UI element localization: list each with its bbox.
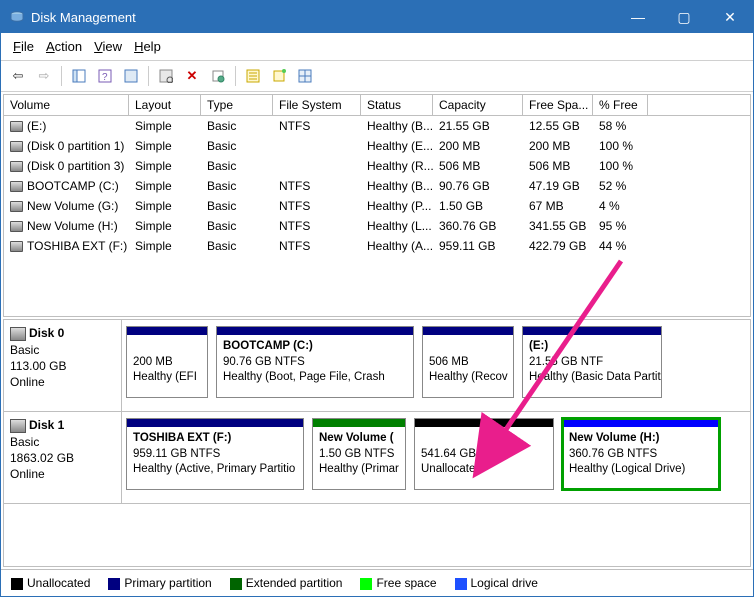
svg-text:?: ? <box>102 72 108 83</box>
show-hide-tree-button[interactable] <box>68 65 90 87</box>
toolbar: ⇦ ⇨ ? ✕ <box>1 61 753 92</box>
disk-0-name: Disk 0 <box>29 326 64 340</box>
app-icon <box>9 9 25 25</box>
disk-1-type: Basic <box>10 435 115 449</box>
legend-extended: Extended partition <box>230 576 343 590</box>
menu-view[interactable]: View <box>90 37 126 56</box>
help-button[interactable]: ? <box>94 65 116 87</box>
legend-logical: Logical drive <box>455 576 538 590</box>
volume-row[interactable]: (Disk 0 partition 3)SimpleBasicHealthy (… <box>4 156 750 176</box>
legend-freespace: Free space <box>360 576 436 590</box>
volume-icon <box>10 161 23 172</box>
graphical-view: Disk 0 Basic 113.00 GB Online 200 MBHeal… <box>3 319 751 567</box>
legend: Unallocated Primary partition Extended p… <box>1 569 753 596</box>
window-title: Disk Management <box>31 10 615 25</box>
disk-0-type: Basic <box>10 343 115 357</box>
back-button[interactable]: ⇦ <box>7 65 29 87</box>
disk-1-size: 1863.02 GB <box>10 451 115 465</box>
refresh-button[interactable] <box>155 65 177 87</box>
partition-d1p2-unallocated[interactable]: 541.64 GBUnallocated <box>414 418 554 490</box>
volume-row[interactable]: BOOTCAMP (C:)SimpleBasicNTFSHealthy (B..… <box>4 176 750 196</box>
volume-row[interactable]: New Volume (G:)SimpleBasicNTFSHealthy (P… <box>4 196 750 216</box>
partition-d1p0[interactable]: TOSHIBA EXT (F:)959.11 GB NTFSHealthy (A… <box>126 418 304 490</box>
disk-row-0[interactable]: Disk 0 Basic 113.00 GB Online 200 MBHeal… <box>4 320 750 412</box>
toolbar-separator <box>61 66 62 86</box>
volume-icon <box>10 181 23 192</box>
settings-button[interactable] <box>120 65 142 87</box>
content-area: Volume Layout Type File System Status Ca… <box>1 92 753 596</box>
disk-0-size: 113.00 GB <box>10 359 115 373</box>
volume-row[interactable]: (Disk 0 partition 1)SimpleBasicHealthy (… <box>4 136 750 156</box>
disk-1-name: Disk 1 <box>29 418 64 432</box>
list-button[interactable] <box>242 65 264 87</box>
volume-row[interactable]: (E:)SimpleBasicNTFSHealthy (B...21.55 GB… <box>4 116 750 136</box>
new-button[interactable] <box>268 65 290 87</box>
partition-d1p1[interactable]: New Volume (1.50 GB NTFSHealthy (Primar <box>312 418 406 490</box>
volume-row[interactable]: TOSHIBA EXT (F:)SimpleBasicNTFSHealthy (… <box>4 236 750 256</box>
disk-icon <box>10 327 26 341</box>
disk-management-window: Disk Management — ▢ ✕ File Action View H… <box>0 0 754 597</box>
volume-icon <box>10 121 23 132</box>
menu-action[interactable]: Action <box>42 37 86 56</box>
menu-help[interactable]: Help <box>130 37 165 56</box>
properties-button[interactable] <box>207 65 229 87</box>
col-type[interactable]: Type <box>201 95 273 115</box>
partition-d0p3[interactable]: (E:)21.55 GB NTFHealthy (Basic Data Part… <box>522 326 662 398</box>
col-filesystem[interactable]: File System <box>273 95 361 115</box>
menubar: File Action View Help <box>1 33 753 61</box>
col-freespace[interactable]: Free Spa... <box>523 95 593 115</box>
col-status[interactable]: Status <box>361 95 433 115</box>
maximize-button[interactable]: ▢ <box>661 1 707 33</box>
partition-d1p3[interactable]: New Volume (H:)360.76 GB NTFSHealthy (Lo… <box>562 418 720 490</box>
volume-icon <box>10 241 23 252</box>
menu-file[interactable]: File <box>9 37 38 56</box>
volume-icon <box>10 141 23 152</box>
col-capacity[interactable]: Capacity <box>433 95 523 115</box>
disk-row-1[interactable]: Disk 1 Basic 1863.02 GB Online TOSHIBA E… <box>4 412 750 504</box>
volume-rows: (E:)SimpleBasicNTFSHealthy (B...21.55 GB… <box>4 116 750 316</box>
volume-list[interactable]: Volume Layout Type File System Status Ca… <box>3 94 751 317</box>
col-pctfree[interactable]: % Free <box>593 95 648 115</box>
disk-icon <box>10 419 26 433</box>
toolbar-separator <box>235 66 236 86</box>
legend-primary: Primary partition <box>108 576 211 590</box>
toolbar-separator <box>148 66 149 86</box>
volume-icon <box>10 201 23 212</box>
disk-0-status: Online <box>10 375 115 389</box>
volume-icon <box>10 221 23 232</box>
partition-d0p0[interactable]: 200 MBHealthy (EFI <box>126 326 208 398</box>
disk-0-info[interactable]: Disk 0 Basic 113.00 GB Online <box>4 320 122 411</box>
titlebar[interactable]: Disk Management — ▢ ✕ <box>1 1 753 33</box>
col-spacer <box>648 95 750 115</box>
column-headers: Volume Layout Type File System Status Ca… <box>4 95 750 116</box>
volume-row[interactable]: New Volume (H:)SimpleBasicNTFSHealthy (L… <box>4 216 750 236</box>
col-volume[interactable]: Volume <box>4 95 129 115</box>
partition-d0p1[interactable]: BOOTCAMP (C:)90.76 GB NTFSHealthy (Boot,… <box>216 326 414 398</box>
minimize-button[interactable]: — <box>615 1 661 33</box>
table-button[interactable] <box>294 65 316 87</box>
delete-button[interactable]: ✕ <box>181 65 203 87</box>
col-layout[interactable]: Layout <box>129 95 201 115</box>
legend-unallocated: Unallocated <box>11 576 90 590</box>
disk-1-info[interactable]: Disk 1 Basic 1863.02 GB Online <box>4 412 122 503</box>
disk-1-status: Online <box>10 467 115 481</box>
forward-button[interactable]: ⇨ <box>33 65 55 87</box>
partition-d0p2[interactable]: 506 MBHealthy (Recov <box>422 326 514 398</box>
close-button[interactable]: ✕ <box>707 1 753 33</box>
